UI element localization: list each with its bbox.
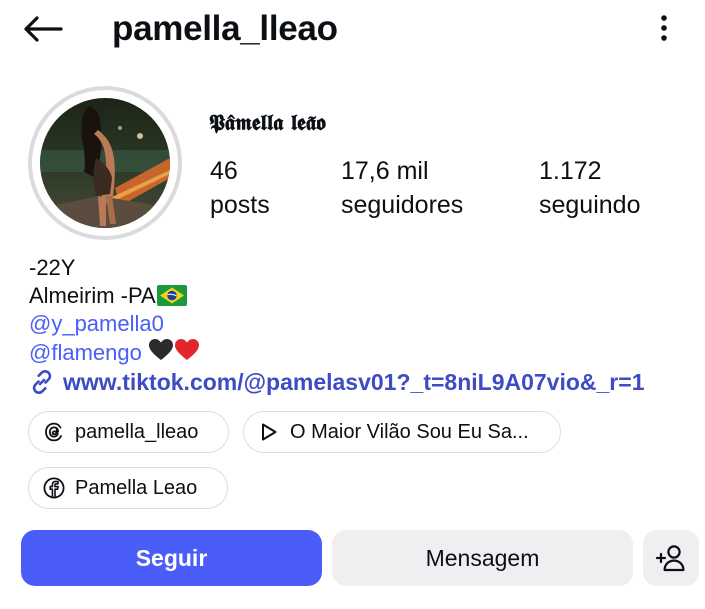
message-button[interactable]: Mensagem bbox=[332, 530, 633, 586]
bio-location: Almeirim -PA bbox=[29, 283, 156, 308]
avatar[interactable] bbox=[40, 98, 170, 228]
avatar-photo bbox=[40, 98, 170, 228]
music-chip[interactable]: O Maior Vilão Sou Eu Sa... bbox=[243, 411, 561, 453]
facebook-chip[interactable]: Pamella Leao bbox=[28, 467, 228, 509]
facebook-chip-label: Pamella Leao bbox=[75, 476, 198, 499]
bio-location-line: Almeirim -PA bbox=[29, 282, 200, 310]
arrow-left-icon bbox=[24, 16, 63, 42]
following-label: seguindo bbox=[539, 191, 641, 219]
link-text: www.tiktok.com/@pamelasv01?_t=8niL9A07vi… bbox=[63, 369, 645, 395]
follow-button[interactable]: Seguir bbox=[21, 530, 322, 586]
avatar-ring bbox=[28, 86, 182, 240]
suggested-users-button[interactable] bbox=[643, 530, 699, 586]
brazil-flag-icon bbox=[156, 285, 187, 306]
bio-link[interactable]: www.tiktok.com/@pamelasv01?_t=8niL9A07vi… bbox=[29, 367, 644, 397]
top-bar: pamella_lleao bbox=[0, 0, 705, 60]
followers-count: 17,6 mil bbox=[341, 157, 429, 185]
mention-flamengo[interactable]: @flamengo bbox=[29, 340, 142, 365]
posts-stat[interactable]: 46 posts bbox=[210, 154, 270, 222]
add-person-icon bbox=[655, 545, 685, 572]
facebook-icon bbox=[43, 477, 65, 499]
profile-username: pamella_lleao bbox=[112, 9, 338, 48]
red-heart-icon bbox=[174, 339, 199, 360]
music-chip-label: O Maior Vilão Sou Eu Sa... bbox=[290, 420, 529, 443]
following-count: 1.172 bbox=[539, 157, 602, 185]
following-stat[interactable]: 1.172 seguindo bbox=[539, 154, 640, 222]
threads-chip[interactable]: pamella_lleao bbox=[28, 411, 229, 453]
display-name: 𝕻𝖆̂𝖒𝖊𝖑𝖑𝖆 𝖑𝖊𝖆̃𝖔 bbox=[209, 110, 326, 136]
back-button[interactable] bbox=[20, 8, 66, 50]
black-heart-icon bbox=[148, 339, 173, 360]
more-options-button[interactable] bbox=[646, 10, 682, 46]
bio: -22Y Almeirim -PA @y_pamella0 @flamengo bbox=[29, 254, 200, 367]
link-icon bbox=[29, 369, 55, 395]
followers-stat[interactable]: 17,6 mil seguidores bbox=[341, 154, 463, 222]
play-icon bbox=[258, 421, 280, 443]
posts-count: 46 bbox=[210, 157, 238, 185]
posts-label: posts bbox=[210, 191, 270, 219]
threads-chip-label: pamella_lleao bbox=[75, 420, 199, 443]
bio-mention-line: @flamengo bbox=[29, 338, 200, 367]
bio-age: -22Y bbox=[29, 255, 76, 280]
threads-icon bbox=[43, 421, 65, 443]
followers-label: seguidores bbox=[341, 191, 464, 219]
more-vertical-icon bbox=[661, 15, 667, 41]
mention-link[interactable]: @y_pamella0 bbox=[29, 310, 200, 338]
